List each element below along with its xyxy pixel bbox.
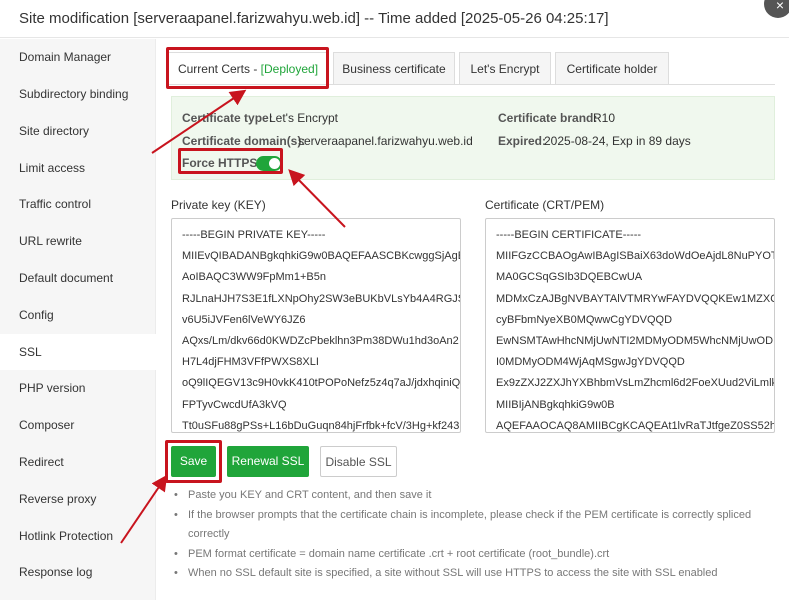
- sidebar-item-limit-access[interactable]: Limit access: [0, 150, 156, 186]
- renewal-ssl-button[interactable]: Renewal SSL: [227, 446, 309, 477]
- sidebar: Domain Manager Subdirectory binding Site…: [0, 39, 156, 600]
- sidebar-item-site-directory[interactable]: Site directory: [0, 113, 156, 149]
- sidebar-item-ssl[interactable]: SSL: [0, 334, 156, 370]
- sidebar-item-hotlink-protection[interactable]: Hotlink Protection: [0, 518, 156, 554]
- certificate-line: AQEFAAOCAQ8AMIIBCgKCAQEAt1lvRaTJtfgeZ0SS…: [496, 419, 775, 432]
- tab-current-certs-label: Current Certs -: [177, 62, 261, 76]
- expired-label: Expired:: [498, 134, 547, 148]
- sidebar-item-subdirectory-binding[interactable]: Subdirectory binding: [0, 76, 156, 112]
- private-key-line: H7L4djFHM3VFfPWXS8XLI: [182, 356, 319, 369]
- sidebar-item-php-version[interactable]: PHP version: [0, 370, 156, 406]
- dialog-titlebar: Site modification [serveraapanel.farizwa…: [0, 0, 789, 38]
- certificate-line: MA0GCSqGSIb3DQEBCwUA: [496, 271, 643, 284]
- sidebar-item-redirect[interactable]: Redirect: [0, 444, 156, 480]
- sidebar-item-domain-manager[interactable]: Domain Manager: [0, 39, 156, 75]
- deployed-status: [Deployed]: [260, 62, 319, 76]
- certificate-domain-label: Certificate domain(s):: [182, 134, 306, 148]
- sidebar-item-config[interactable]: Config: [0, 297, 156, 333]
- tip-item: Paste you KEY and CRT content, and then …: [174, 486, 764, 506]
- private-key-line: FPTyvCwcdUfA3kVQ: [182, 398, 287, 411]
- save-button[interactable]: Save: [171, 446, 216, 477]
- certificate-line: EwNSMTAwHhcNMjUwNTI2MDMyODM5WhcNMjUwOD: [496, 335, 774, 348]
- certificate-line: -----BEGIN CERTIFICATE-----: [496, 229, 642, 241]
- certificate-info-panel: Certificate type: Let's Encrypt Certific…: [171, 96, 775, 180]
- certificate-line: I0MDMyODM4WjAqMSgwJgYDVQQD: [496, 356, 685, 369]
- tab-divider: [167, 84, 775, 85]
- private-key-line: AoIBAQC3WW9FpMm1+B5n: [182, 271, 326, 284]
- dialog-title: Site modification [serveraapanel.farizwa…: [19, 10, 609, 27]
- private-key-line: RJLnaHJH7S3E1fLXNpOhy2SW3eBUKbVLsYb4A4RG…: [182, 292, 461, 305]
- certificate-brand-label: Certificate brand:: [498, 111, 598, 125]
- tab-current-certs[interactable]: Current Certs - [Deployed]: [167, 52, 329, 84]
- private-key-line: v6U5iJVFen6lVeWY6JZ6: [182, 313, 306, 326]
- sidebar-item-url-rewrite[interactable]: URL rewrite: [0, 223, 156, 259]
- certificate-type-value: Let's Encrypt: [269, 111, 338, 125]
- certificate-line: MIIBIjANBgkqhkiG9w0B: [496, 398, 615, 411]
- private-key-label: Private key (KEY): [171, 198, 266, 212]
- certificate-domain-value: serveraapanel.farizwahyu.web.id: [298, 134, 473, 148]
- certificate-line: Ex9zZXJ2ZXJhYXBhbmVsLmZhcml6d2FoeXUud2Vi…: [496, 377, 775, 390]
- tip-item: If the browser prompts that the certific…: [174, 506, 764, 545]
- certificate-line: MDMxCzAJBgNVBAYTAlVTMRYwFAYDVQQKEw1MZXQn: [496, 292, 775, 305]
- private-key-line: MIIEvQIBADANBgkqhkiG9w0BAQEFAASCBKcwggSj…: [182, 250, 461, 263]
- disable-ssl-button[interactable]: Disable SSL: [320, 446, 397, 477]
- certificate-type-label: Certificate type:: [182, 111, 273, 125]
- sidebar-item-reverse-proxy[interactable]: Reverse proxy: [0, 481, 156, 517]
- private-key-textarea[interactable]: -----BEGIN PRIVATE KEY----- MIIEvQIBADAN…: [171, 218, 461, 433]
- private-key-line: Tt0uSFu88gPSs+L16bDuGuqn84hjFrfbk+fcV/3H…: [182, 419, 460, 432]
- sidebar-item-default-document[interactable]: Default document: [0, 260, 156, 296]
- tips-list: Paste you KEY and CRT content, and then …: [174, 486, 764, 584]
- sidebar-item-response-log[interactable]: Response log: [0, 554, 156, 590]
- force-https-toggle[interactable]: [256, 156, 282, 171]
- certificate-line: MIIFGzCCBAOgAwIBAgISBaiX63doWdOeAjdL8NuP…: [496, 250, 775, 263]
- expired-value: 2025-08-24, Exp in 89 days: [544, 134, 691, 148]
- certificate-label: Certificate (CRT/PEM): [485, 198, 605, 212]
- certificate-line: cyBFbmNyeXB0MQwwCgYDVQQD: [496, 313, 673, 326]
- force-https-label: Force HTTPS:: [182, 156, 262, 170]
- tip-item: When no SSL default site is specified, a…: [174, 564, 764, 584]
- tab-lets-encrypt[interactable]: Let's Encrypt: [459, 52, 551, 84]
- tip-item: PEM format certificate = domain name cer…: [174, 545, 764, 565]
- private-key-line: AQxs/Lm/dkv66d0KWDZcPbeklhn3Pm38DWu1hd3o…: [182, 335, 459, 348]
- sidebar-item-composer[interactable]: Composer: [0, 407, 156, 443]
- tab-business-certificate[interactable]: Business certificate: [333, 52, 455, 84]
- private-key-line: oQ9lIQEGV13c9H0vkK410tPOPoNefz5z4q7aJ/jd…: [182, 377, 461, 390]
- sidebar-item-traffic-control[interactable]: Traffic control: [0, 186, 156, 222]
- certificate-brand-value: R10: [593, 111, 616, 125]
- private-key-line: -----BEGIN PRIVATE KEY-----: [182, 229, 326, 241]
- tab-certificate-holder[interactable]: Certificate holder: [555, 52, 669, 84]
- certificate-textarea[interactable]: -----BEGIN CERTIFICATE----- MIIFGzCCBAOg…: [485, 218, 775, 433]
